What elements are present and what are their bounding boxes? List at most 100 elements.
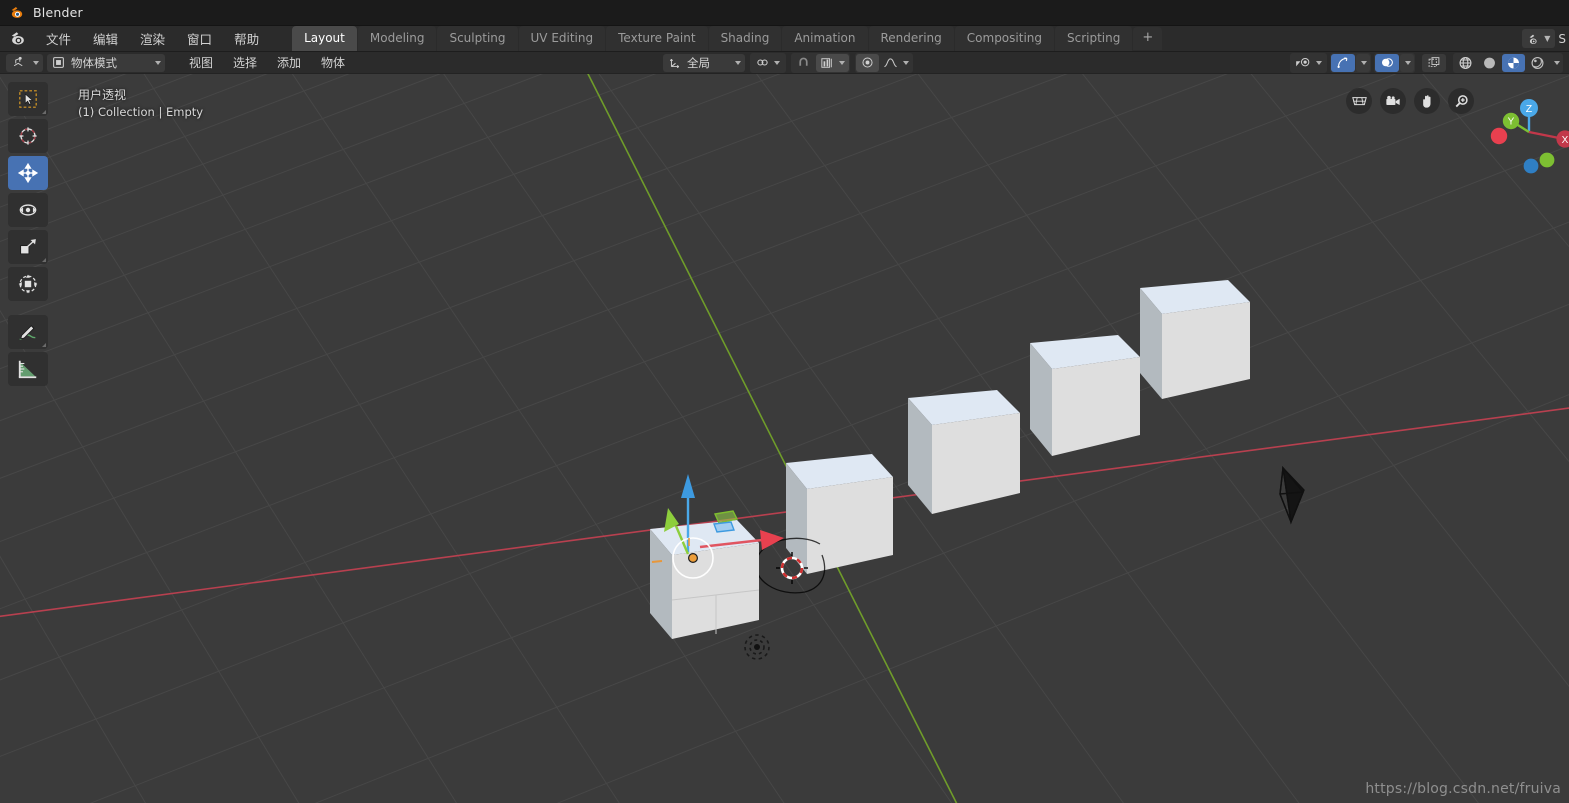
menu-render[interactable]: 渲染 bbox=[129, 26, 176, 51]
menu-file[interactable]: 文件 bbox=[35, 26, 82, 51]
pan-view-button[interactable] bbox=[1414, 88, 1440, 114]
tab-shading[interactable]: Shading bbox=[708, 26, 782, 51]
gizmo-toggle-button[interactable] bbox=[1331, 53, 1355, 72]
overlays-options-selector[interactable] bbox=[1400, 53, 1414, 72]
blender-menu-logo-icon[interactable] bbox=[0, 30, 35, 47]
magnet-toggle-button[interactable] bbox=[792, 54, 815, 72]
snap-toggle-button[interactable] bbox=[751, 54, 785, 72]
viewport-toolbar bbox=[8, 82, 48, 386]
3d-viewport[interactable]: 用户透视 (1) Collection | Empty Z Y X https:… bbox=[0, 74, 1569, 803]
camera-icon bbox=[1385, 94, 1401, 108]
magnet-icon bbox=[797, 56, 810, 69]
snap-target-selector[interactable] bbox=[816, 53, 849, 72]
toggle-xray-button[interactable] bbox=[1422, 53, 1446, 72]
camera-view-button[interactable] bbox=[1380, 88, 1406, 114]
chevron-down-icon bbox=[774, 60, 780, 65]
mode-selector[interactable]: 物体模式 bbox=[47, 53, 165, 72]
menu-window[interactable]: 窗口 bbox=[176, 26, 223, 51]
wireframe-shading-button[interactable] bbox=[1454, 54, 1477, 72]
falloff-curve-icon bbox=[883, 56, 898, 69]
tab-uv-editing[interactable]: UV Editing bbox=[518, 26, 606, 51]
axis-z-label: Z bbox=[1526, 103, 1533, 115]
axis-y-label: Y bbox=[1508, 117, 1515, 128]
chevron-down-icon bbox=[1361, 60, 1367, 65]
toggle-orthographic-button[interactable] bbox=[1346, 88, 1372, 114]
menu-items-group: 文件 编辑 渲染 窗口 帮助 bbox=[35, 26, 270, 51]
material-preview-shading-button[interactable] bbox=[1502, 53, 1525, 72]
rendered-shading-button[interactable] bbox=[1526, 54, 1549, 72]
chevron-down-icon bbox=[1316, 60, 1322, 65]
tab-scripting[interactable]: Scripting bbox=[1055, 26, 1133, 51]
add-workspace-tab-button[interactable]: + bbox=[1133, 27, 1163, 50]
window-title-text: Blender bbox=[33, 5, 83, 20]
editor-type-selector[interactable] bbox=[6, 53, 43, 72]
chevron-down-icon: ▼ bbox=[1544, 34, 1551, 43]
gizmo-options-selector[interactable] bbox=[1356, 53, 1370, 72]
chevron-down-icon bbox=[155, 60, 161, 65]
axis-negative-y-handle bbox=[1539, 152, 1555, 168]
cube-selected bbox=[650, 520, 760, 639]
proportional-editing-toggle[interactable] bbox=[856, 53, 879, 72]
tab-modeling[interactable]: Modeling bbox=[357, 26, 437, 51]
rotate-tool[interactable] bbox=[8, 193, 48, 227]
scale-tool[interactable] bbox=[8, 230, 48, 264]
snap-target-icon bbox=[820, 57, 834, 69]
tab-rendering[interactable]: Rendering bbox=[868, 26, 954, 51]
zoom-view-button[interactable] bbox=[1448, 88, 1474, 114]
menu-help[interactable]: 帮助 bbox=[223, 26, 270, 51]
grid-perspective-icon bbox=[1351, 94, 1367, 108]
magnifier-plus-icon bbox=[1454, 94, 1469, 109]
snapping-group bbox=[750, 52, 786, 73]
overlays-toggle-button[interactable] bbox=[1375, 53, 1399, 72]
visibility-group bbox=[1290, 52, 1327, 73]
tab-compositing[interactable]: Compositing bbox=[954, 26, 1054, 51]
tool-expand-corner-icon bbox=[42, 110, 46, 114]
mode-selector-label: 物体模式 bbox=[71, 55, 117, 70]
transform-tool[interactable] bbox=[8, 267, 48, 301]
tab-texture-paint[interactable]: Texture Paint bbox=[606, 26, 708, 51]
proportional-editing-group bbox=[855, 52, 913, 73]
wireframe-shading-icon bbox=[1458, 56, 1473, 70]
annotate-tool[interactable] bbox=[8, 315, 48, 349]
measure-tool[interactable] bbox=[8, 352, 48, 386]
cube-2 bbox=[786, 454, 893, 574]
viewport-menu-view[interactable]: 视图 bbox=[181, 52, 221, 73]
axis-negative-x-handle bbox=[1490, 127, 1508, 145]
shading-modes-group bbox=[1453, 52, 1563, 73]
solid-shading-icon bbox=[1482, 56, 1497, 70]
chevron-down-icon bbox=[33, 60, 39, 65]
move-tool[interactable] bbox=[8, 156, 48, 190]
rendered-shading-icon bbox=[1530, 56, 1545, 70]
viewport-menu-object[interactable]: 物体 bbox=[313, 52, 353, 73]
blender-logo-icon bbox=[10, 5, 25, 20]
axis-navigation-gizmo[interactable]: Z Y X bbox=[1483, 86, 1569, 178]
cube-4 bbox=[1030, 335, 1140, 456]
menu-edit[interactable]: 编辑 bbox=[82, 26, 129, 51]
tab-sculpting[interactable]: Sculpting bbox=[437, 26, 518, 51]
viewport-nav-buttons bbox=[1346, 88, 1474, 114]
object-visibility-selector[interactable] bbox=[1291, 54, 1326, 72]
viewport-header-right-group bbox=[1290, 52, 1563, 73]
tweak-select-box-tool[interactable] bbox=[8, 82, 48, 116]
scene-icon bbox=[1527, 32, 1541, 45]
cursor-tool[interactable] bbox=[8, 119, 48, 153]
proportional-falloff-selector[interactable] bbox=[880, 54, 912, 72]
main-menu-bar: 文件 编辑 渲染 窗口 帮助 Layout Modeling Sculpting… bbox=[0, 26, 1569, 52]
gizmo-icon bbox=[1336, 56, 1350, 69]
magnet-group bbox=[791, 52, 850, 73]
tab-animation[interactable]: Animation bbox=[782, 26, 868, 51]
shading-options-selector[interactable] bbox=[1550, 54, 1562, 72]
solid-shading-button[interactable] bbox=[1478, 54, 1501, 72]
transform-orientation-selector[interactable]: 全局 bbox=[663, 53, 745, 72]
viewport-menu-select[interactable]: 选择 bbox=[225, 52, 265, 73]
object-mode-icon bbox=[52, 56, 65, 69]
object-origin-marker bbox=[651, 560, 663, 563]
viewport-header: 物体模式 视图 选择 添加 物体 全局 bbox=[0, 52, 1569, 74]
transform-controls-group: 全局 bbox=[663, 52, 913, 73]
tool-expand-corner-icon bbox=[42, 343, 46, 347]
cube-5 bbox=[1140, 280, 1250, 399]
overlays-group bbox=[1374, 52, 1415, 73]
viewport-menu-add[interactable]: 添加 bbox=[269, 52, 309, 73]
scene-selector[interactable]: ▼ bbox=[1522, 29, 1556, 48]
tab-layout[interactable]: Layout bbox=[292, 26, 357, 51]
